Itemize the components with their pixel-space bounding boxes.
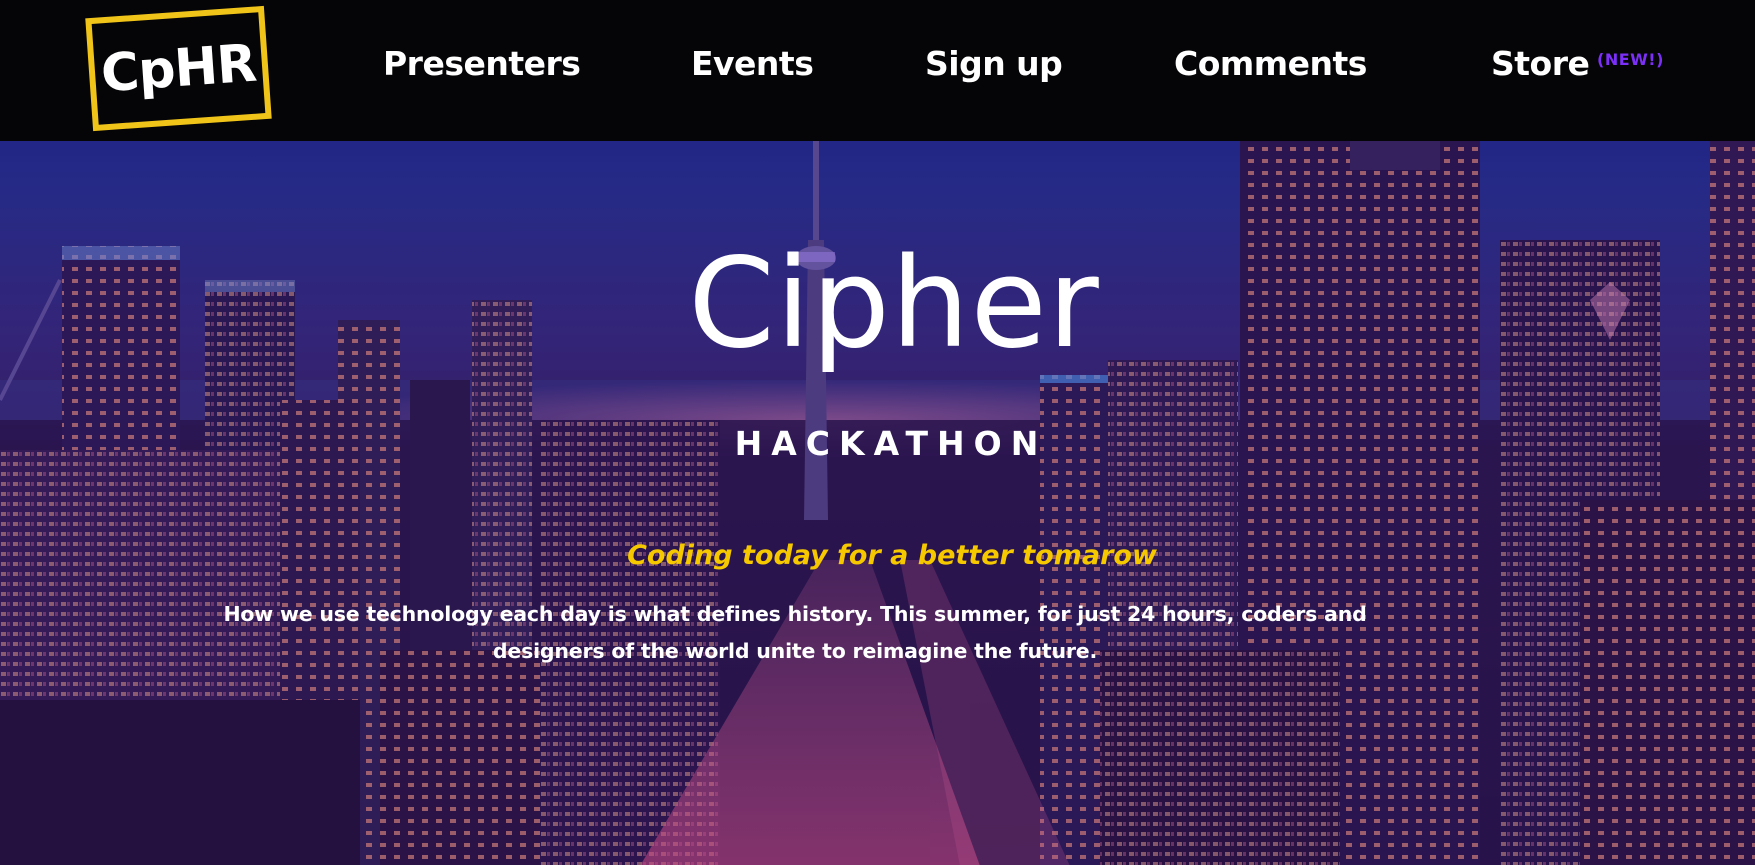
hero-tagline: Coding today for a better tomarow [627, 540, 1157, 571]
hero-title: Cipher [688, 232, 1100, 376]
store-new-badge: (NEW!) [1597, 50, 1664, 69]
nav-item-sign-up[interactable]: Sign up [925, 44, 1063, 83]
hero-subtitle: HACKATHON [734, 424, 1048, 463]
hero-description: How we use technology each day is what d… [223, 602, 1367, 663]
site-logo[interactable]: CpHR [85, 5, 272, 132]
nav-item-events[interactable]: Events [691, 44, 814, 83]
top-navbar: CpHR Presenters Events Sign up Comments … [0, 0, 1755, 141]
nav-item-store[interactable]: Store [1491, 44, 1590, 83]
logo-text: CpHR [99, 33, 258, 104]
nav-item-comments[interactable]: Comments [1174, 44, 1367, 83]
nav-item-presenters[interactable]: Presenters [383, 44, 581, 83]
